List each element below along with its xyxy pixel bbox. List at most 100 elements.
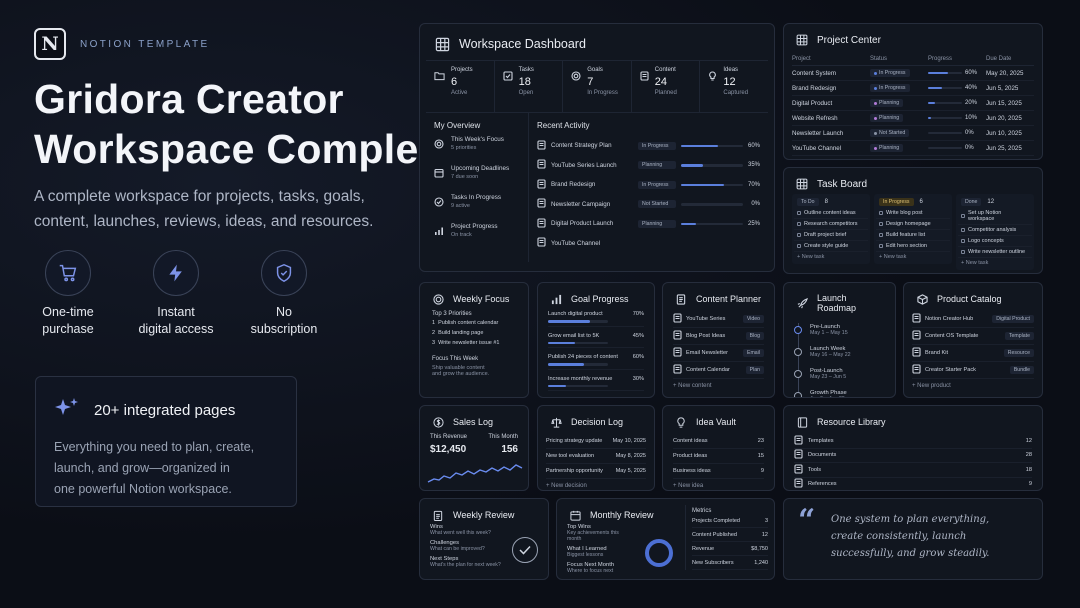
new-task-button[interactable]: + New task	[794, 252, 868, 262]
task-card[interactable]: Research competitors	[794, 219, 868, 230]
content-item[interactable]: YouTube Series Video	[673, 311, 764, 328]
task-card[interactable]: Create style guide	[794, 241, 868, 252]
stat-lightbulb[interactable]: Ideas 12 Captured	[700, 61, 768, 112]
roadmap-phase[interactable]: Launch Week May 16 – May 22	[794, 341, 885, 363]
checkbox-icon[interactable]	[879, 211, 883, 215]
checkbox-icon[interactable]	[879, 233, 883, 237]
roadmap-phase[interactable]: Pre-Launch May 1 – May 15	[794, 319, 885, 341]
roadmap-phase[interactable]: Post-Launch May 23 – Jun 5	[794, 363, 885, 385]
activity-row[interactable]: YouTube Channel	[537, 234, 760, 254]
decision-row[interactable]: New tool evaluation May 8, 2025	[546, 449, 646, 464]
resource-row[interactable]: Tools 18	[794, 463, 1032, 478]
activity-row[interactable]: Newsletter Campaign Not Started 0%	[537, 195, 760, 215]
content-planner-card[interactable]: Content Planner YouTube Series Video Blo…	[662, 282, 775, 398]
idea-vault-card[interactable]: Idea Vault Content ideas 23 Product ideas…	[662, 405, 775, 491]
task-board-card[interactable]: Task Board To Do 8 Outline content ideas R…	[783, 167, 1043, 274]
content-item[interactable]: Email Newsletter Email	[673, 345, 764, 362]
goal-progress-card[interactable]: Goal Progress Launch digital product 70% …	[537, 282, 655, 398]
roadmap-phase[interactable]: Growth PhaseJun 6 – Jun 30	[794, 385, 885, 397]
review-item[interactable]: Top Wins Key achievements this month	[567, 524, 632, 542]
idea-row[interactable]: Business ideas 9	[673, 464, 764, 479]
priority-item[interactable]: 3 Write newsletter issue #1	[432, 340, 516, 346]
resource-row[interactable]: Templates 12	[794, 434, 1032, 449]
resource-library-card[interactable]: Resource Library Templates 12 Documents 28…	[783, 405, 1043, 491]
activity-row[interactable]: YouTube Series Launch Planning 35%	[537, 156, 760, 176]
review-item[interactable]: Wins What went well this week?	[430, 524, 538, 536]
new-task-button[interactable]: + New task	[958, 258, 1032, 268]
weekly-review-card[interactable]: Weekly Review Wins What went well this we…	[419, 498, 549, 580]
resource-row[interactable]: References 9	[794, 478, 1032, 491]
stat-document[interactable]: Content 24 Planned	[632, 61, 701, 112]
content-item[interactable]: Blog Post Ideas Blog	[673, 328, 764, 345]
resource-row[interactable]: Documents 28	[794, 449, 1032, 463]
product-item[interactable]: Notion Creator Hub Digital Product	[912, 311, 1034, 328]
task-card[interactable]: Edit hero section	[876, 241, 950, 252]
task-card[interactable]: Competitor analysis	[958, 225, 1032, 236]
new-goal-button[interactable]: + New goal	[548, 397, 644, 398]
table-row[interactable]: YouTube Channel Planning 0% Jun 25, 2025	[792, 141, 1034, 156]
decision-log-card[interactable]: Decision Log Pricing strategy update May …	[537, 405, 655, 491]
new-idea-button[interactable]: + New idea	[673, 483, 764, 489]
idea-row[interactable]: Product ideas 15	[673, 449, 764, 464]
checkbox-icon[interactable]	[797, 244, 801, 248]
launch-roadmap-card[interactable]: Launch Roadmap Pre-Launch May 1 – May 15 …	[783, 282, 896, 398]
activity-row[interactable]: Brand Redesign In Progress 70%	[537, 175, 760, 195]
table-row[interactable]: Website Refresh Planning 10% Jun 20, 202…	[792, 111, 1034, 126]
checkbox-icon[interactable]	[961, 250, 965, 254]
overview-item[interactable]: Upcoming Deadlines 7 due soon	[434, 165, 520, 183]
activity-row[interactable]: Digital Product Launch Planning 25%	[537, 214, 760, 234]
checkbox-icon[interactable]	[961, 228, 965, 232]
priority-item[interactable]: 1 Publish content calendar	[432, 320, 516, 326]
table-row[interactable]: Content System In Progress 60% May 20, 2…	[792, 66, 1034, 81]
activity-row[interactable]: Content Strategy Plan In Progress 60%	[537, 136, 760, 156]
review-item[interactable]: Focus Next Month Where to focus next	[567, 562, 632, 574]
new-task-button[interactable]: + New task	[876, 252, 950, 262]
checkbox-icon[interactable]	[879, 222, 883, 226]
product-item[interactable]: Content OS Template Template	[912, 328, 1034, 345]
product-catalog-card[interactable]: Product Catalog Notion Creator Hub Digit…	[903, 282, 1043, 398]
task-card[interactable]: Build feature list	[876, 230, 950, 241]
overview-item[interactable]: This Week's Focus 5 priorities	[434, 136, 520, 154]
monthly-review-card[interactable]: Monthly Review Top Wins Key achievements …	[556, 498, 775, 580]
table-row[interactable]: Brand Redesign In Progress 40% Jun 5, 20…	[792, 81, 1034, 96]
product-item[interactable]: Brand Kit Resource	[912, 345, 1034, 362]
stat-folder[interactable]: Projects 6 Active	[426, 61, 495, 112]
new-product-button[interactable]: + New product	[912, 383, 1034, 389]
goal-item[interactable]: Launch digital product 70%	[548, 311, 644, 327]
checkbox-icon[interactable]	[961, 214, 965, 218]
overview-item[interactable]: Tasks In Progress 9 active	[434, 194, 520, 212]
overview-item[interactable]: Project Progress On track	[434, 223, 520, 241]
project-center-card[interactable]: Project Center Project Status Progress D…	[783, 23, 1043, 160]
decision-row[interactable]: Partnership opportunity May 5, 2025	[546, 464, 646, 479]
table-row[interactable]: Digital Product Planning 20% Jun 15, 202…	[792, 96, 1034, 111]
checkbox-icon[interactable]	[797, 211, 801, 215]
checkbox-icon[interactable]	[797, 233, 801, 237]
weekly-focus-card[interactable]: Weekly Focus Top 3 Priorities 1 Publish …	[419, 282, 529, 398]
stat-check-square[interactable]: Tasks 18 Open	[495, 61, 564, 112]
checkbox-icon[interactable]	[961, 239, 965, 243]
product-item[interactable]: Creator Starter Pack Bundle	[912, 362, 1034, 379]
stat-target[interactable]: Goals 7 In Progress	[563, 61, 632, 112]
task-card[interactable]: Design homepage	[876, 219, 950, 230]
task-card[interactable]: Logo concepts	[958, 236, 1032, 247]
priority-item[interactable]: 2 Build landing page	[432, 330, 516, 336]
table-row[interactable]: Newsletter Launch Not Started 0% Jun 10,…	[792, 126, 1034, 141]
task-card[interactable]: Outline content ideas	[794, 208, 868, 219]
decision-row[interactable]: Pricing strategy update May 10, 2025	[546, 434, 646, 449]
idea-row[interactable]: Content ideas 23	[673, 434, 764, 449]
content-item[interactable]: Content Calendar Plan	[673, 362, 764, 379]
review-item[interactable]: What I Learned Biggest lessons	[567, 546, 632, 558]
goal-item[interactable]: Increase monthly revenue 30%	[548, 376, 644, 391]
task-card[interactable]: Draft project brief	[794, 230, 868, 241]
goal-item[interactable]: Grow email list to 5K 45%	[548, 333, 644, 348]
sales-log-card[interactable]: Sales Log This Revenue $12,450 This Month…	[419, 405, 529, 491]
task-card[interactable]: Set up Notion workspace	[958, 208, 1032, 225]
checkbox-icon[interactable]	[797, 222, 801, 226]
task-card[interactable]: Write newsletter outline	[958, 247, 1032, 258]
task-card[interactable]: Write blog post	[876, 208, 950, 219]
workspace-dashboard-card[interactable]: Workspace Dashboard Projects 6 Active Ta…	[419, 23, 775, 272]
new-content-button[interactable]: + New content	[673, 383, 764, 389]
new-decision-button[interactable]: + New decision	[546, 483, 646, 489]
checkbox-icon[interactable]	[879, 244, 883, 248]
goal-item[interactable]: Publish 24 pieces of content 60%	[548, 354, 644, 370]
